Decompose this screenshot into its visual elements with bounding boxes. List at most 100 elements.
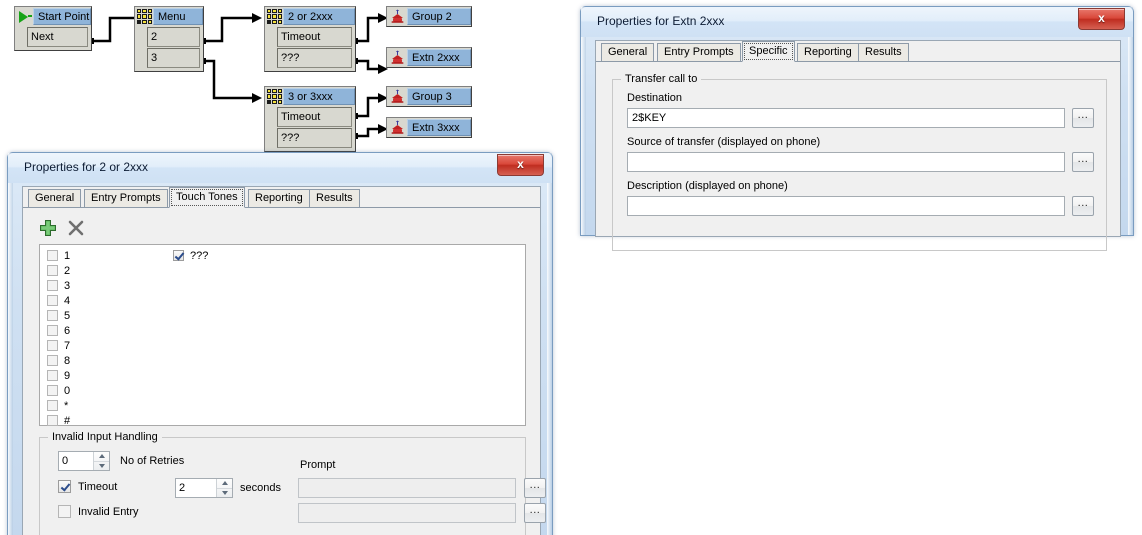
list-item[interactable]: 7 bbox=[44, 338, 164, 353]
timeout-seconds-stepper[interactable]: 2 bbox=[175, 478, 233, 498]
tone-checkbox[interactable] bbox=[47, 310, 58, 321]
source-of-transfer-input[interactable] bbox=[627, 152, 1065, 172]
stepper-up[interactable] bbox=[94, 452, 109, 461]
timeout-prompt-browse-button[interactable]: ... bbox=[524, 478, 546, 498]
stepper-down[interactable] bbox=[217, 487, 232, 498]
stepper-arrows[interactable] bbox=[93, 452, 109, 470]
node-row[interactable]: ??? bbox=[277, 48, 352, 68]
tone-checkbox[interactable] bbox=[47, 265, 58, 276]
titlebar[interactable]: Properties for Extn 2xxx x bbox=[581, 7, 1133, 37]
timeout-seconds-value[interactable]: 2 bbox=[176, 479, 216, 497]
timeout-checkbox-row[interactable]: Timeout bbox=[58, 480, 117, 493]
list-item[interactable]: 2 bbox=[44, 263, 164, 278]
tab-results[interactable]: Results bbox=[858, 43, 909, 61]
invalid-entry-label: Invalid Entry bbox=[78, 505, 139, 518]
node-row[interactable]: Timeout bbox=[277, 107, 352, 127]
touch-tone-list[interactable]: 1 2 3 4 5 6 7 8 9 0 * # ??? bbox=[39, 244, 526, 428]
tone-checkbox[interactable] bbox=[173, 250, 184, 261]
tone-label: 5 bbox=[64, 309, 71, 322]
list-item[interactable]: * bbox=[44, 398, 164, 413]
flow-node-extn-3xxx[interactable]: Extn 3xxx bbox=[386, 117, 472, 138]
list-item[interactable]: 0 bbox=[44, 383, 164, 398]
tone-checkbox[interactable] bbox=[47, 250, 58, 261]
no-of-retries-stepper[interactable]: 0 bbox=[58, 451, 110, 471]
list-item[interactable]: # bbox=[44, 413, 164, 428]
call-flow-canvas: Start Point Next Menu 2 3 2 or 2xxx Time… bbox=[0, 0, 560, 152]
list-item[interactable]: 3 bbox=[44, 278, 164, 293]
flow-node-group-3[interactable]: Group 3 bbox=[386, 86, 472, 107]
invalid-entry-prompt-input[interactable] bbox=[298, 503, 516, 523]
stepper-arrows[interactable] bbox=[216, 479, 232, 497]
description-input[interactable] bbox=[627, 196, 1065, 216]
node-row[interactable]: Next bbox=[27, 27, 88, 47]
close-button[interactable]: x bbox=[497, 154, 544, 176]
destination-input[interactable]: 2$KEY bbox=[627, 108, 1065, 128]
tab-results[interactable]: Results bbox=[309, 189, 360, 207]
destination-label: Destination bbox=[627, 92, 683, 104]
description-browse-button[interactable]: ... bbox=[1072, 196, 1094, 216]
flow-node-start-point[interactable]: Start Point Next bbox=[14, 6, 92, 51]
tab-general[interactable]: General bbox=[28, 189, 82, 207]
invalid-entry-checkbox-row[interactable]: Invalid Entry bbox=[58, 505, 139, 518]
flow-node-extn-2xxx[interactable]: Extn 2xxx bbox=[386, 47, 472, 68]
list-item[interactable]: 1 bbox=[44, 248, 164, 263]
tone-checkbox[interactable] bbox=[47, 340, 58, 351]
tab-entry-prompts[interactable]: Entry Prompts bbox=[84, 189, 168, 207]
tab-specific[interactable]: Specific bbox=[742, 41, 795, 62]
invalid-entry-checkbox[interactable] bbox=[58, 505, 71, 518]
tab-entry-prompts[interactable]: Entry Prompts bbox=[657, 43, 741, 61]
flow-node-2-or-2xxx[interactable]: 2 or 2xxx Timeout ??? bbox=[264, 6, 356, 72]
stepper-down[interactable] bbox=[94, 460, 109, 471]
tone-checkbox[interactable] bbox=[47, 325, 58, 336]
stepper-up[interactable] bbox=[217, 479, 232, 488]
tone-checkbox[interactable] bbox=[47, 385, 58, 396]
list-item[interactable]: 5 bbox=[44, 308, 164, 323]
tone-checkbox[interactable] bbox=[47, 280, 58, 291]
seconds-label: seconds bbox=[240, 482, 281, 494]
list-item[interactable]: 8 bbox=[44, 353, 164, 368]
play-icon bbox=[17, 9, 32, 24]
flow-node-3-or-3xxx[interactable]: 3 or 3xxx Timeout ??? bbox=[264, 86, 356, 152]
node-row[interactable]: ??? bbox=[277, 128, 352, 148]
node-row[interactable]: 2 bbox=[147, 27, 200, 47]
tab-touch-tones[interactable]: Touch Tones bbox=[169, 187, 245, 208]
list-item[interactable]: 4 bbox=[44, 293, 164, 308]
flow-node-menu[interactable]: Menu 2 3 bbox=[134, 6, 204, 72]
add-tone-button[interactable] bbox=[39, 219, 57, 242]
timeout-prompt-input[interactable] bbox=[298, 478, 516, 498]
close-button[interactable]: x bbox=[1078, 8, 1125, 30]
node-title: Extn 2xxx bbox=[407, 49, 471, 66]
timeout-checkbox[interactable] bbox=[58, 480, 71, 493]
tone-checkbox[interactable] bbox=[47, 400, 58, 411]
tone-checkbox[interactable] bbox=[47, 295, 58, 306]
destination-browse-button[interactable]: ... bbox=[1072, 108, 1094, 128]
flow-node-group-2[interactable]: Group 2 bbox=[386, 6, 472, 27]
tone-list-left-column: 1 2 3 4 5 6 7 8 9 0 * # bbox=[44, 248, 164, 428]
titlebar[interactable]: Properties for 2 or 2xxx x bbox=[8, 153, 552, 183]
window-title: Properties for 2 or 2xxx bbox=[24, 160, 149, 174]
tab-reporting[interactable]: Reporting bbox=[248, 189, 310, 207]
window-title: Properties for Extn 2xxx bbox=[597, 14, 725, 28]
delete-tone-button[interactable] bbox=[67, 219, 85, 242]
list-item[interactable]: ??? bbox=[170, 248, 310, 263]
tab-general[interactable]: General bbox=[601, 43, 655, 61]
dialog-body: General Entry Prompts Specific Reporting… bbox=[595, 40, 1121, 251]
tone-checkbox[interactable] bbox=[47, 370, 58, 381]
invalid-entry-prompt-browse-button[interactable]: ... bbox=[524, 503, 546, 523]
screen: Start Point Next Menu 2 3 2 or 2xxx Time… bbox=[0, 0, 1142, 535]
node-row[interactable]: Timeout bbox=[277, 27, 352, 47]
tone-checkbox[interactable] bbox=[47, 355, 58, 366]
list-item[interactable]: 9 bbox=[44, 368, 164, 383]
tone-label: 9 bbox=[64, 369, 71, 382]
list-item[interactable]: 6 bbox=[44, 323, 164, 338]
tone-checkbox[interactable] bbox=[47, 415, 58, 426]
properties-dialog-extn-2xxx: Properties for Extn 2xxx x General Entry… bbox=[580, 6, 1134, 251]
node-row[interactable]: 3 bbox=[147, 48, 200, 68]
source-of-transfer-browse-button[interactable]: ... bbox=[1072, 152, 1094, 172]
tab-strip: General Entry Prompts Touch Tones Report… bbox=[23, 187, 540, 208]
node-header: 2 or 2xxx bbox=[265, 7, 355, 26]
node-header: Group 3 bbox=[387, 87, 471, 106]
tab-reporting[interactable]: Reporting bbox=[797, 43, 859, 61]
no-of-retries-value[interactable]: 0 bbox=[59, 452, 93, 470]
node-header: Menu bbox=[135, 7, 203, 26]
